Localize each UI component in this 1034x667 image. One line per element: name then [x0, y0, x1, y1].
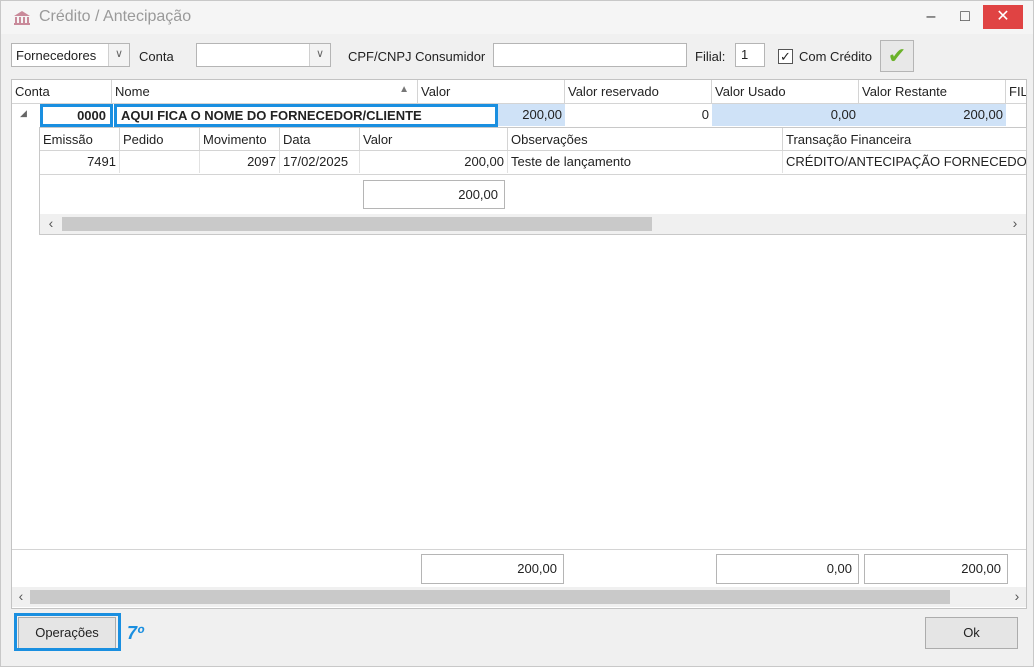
sort-ascending-icon: ▲: [399, 84, 409, 95]
column-header-conta[interactable]: Conta: [12, 80, 112, 104]
scroll-left-icon[interactable]: ‹: [42, 215, 60, 231]
credit-grid: Conta Nome ▲ Valor Valor reservado Valor…: [11, 79, 1027, 609]
chevron-down-icon: ∨: [309, 44, 330, 66]
column-header-valor-reservado[interactable]: Valor reservado: [565, 80, 712, 104]
conta-select[interactable]: ∨: [196, 43, 331, 67]
column-header-fil[interactable]: FIL: [1006, 80, 1026, 104]
step-annotation: 7º: [127, 623, 144, 643]
detail-cell-data: 17/02/2025: [280, 151, 360, 173]
operacoes-highlight: [14, 613, 121, 651]
detail-cell-pedido: [120, 151, 200, 173]
column-header-nome[interactable]: Nome ▲: [112, 80, 418, 104]
detail-cell-emissao: 7491: [40, 151, 120, 173]
scroll-right-icon[interactable]: ›: [1008, 588, 1026, 604]
title-bar: Crédito / Antecipação – □ ✕: [1, 1, 1033, 34]
total-valor-restante: 200,00: [864, 554, 1008, 584]
detail-cell-valor: 200,00: [360, 151, 508, 173]
detail-header-emissao[interactable]: Emissão: [40, 128, 120, 151]
cell-valor-reservado-text: 0: [701, 107, 709, 122]
checkmark-icon: ✔: [887, 43, 907, 68]
detail-header-observacoes[interactable]: Observações: [508, 128, 783, 151]
cpf-input[interactable]: [493, 43, 687, 67]
scroll-right-icon[interactable]: ›: [1006, 215, 1024, 231]
detail-header-data[interactable]: Data: [280, 128, 360, 151]
maximize-button[interactable]: □: [948, 5, 982, 29]
window-title: Crédito / Antecipação: [39, 8, 192, 25]
close-button[interactable]: ✕: [983, 5, 1023, 29]
column-header-nome-label: Nome: [115, 84, 150, 99]
expand-collapse-icon[interactable]: ◢: [20, 108, 27, 119]
grid-horizontal-scrollbar[interactable]: ‹ ›: [12, 587, 1026, 607]
confirm-filter-button[interactable]: ✔: [880, 40, 914, 72]
detail-cell-observacoes: Teste de lançamento: [508, 151, 783, 173]
minimize-button[interactable]: –: [914, 5, 948, 29]
conta-label: Conta: [139, 49, 174, 64]
detail-total-valor: 200,00: [363, 180, 505, 209]
cell-valor-restante-text: 200,00: [963, 107, 1003, 122]
column-header-valor[interactable]: Valor: [418, 80, 565, 104]
detail-header-pedido[interactable]: Pedido: [120, 128, 200, 151]
cell-valor-reservado: 0: [565, 104, 712, 126]
scroll-left-icon[interactable]: ‹: [12, 588, 30, 604]
cell-valor-usado: 0,00: [712, 104, 859, 126]
credit-window: Crédito / Antecipação – □ ✕ Fornecedores…: [0, 0, 1034, 667]
scrollbar-thumb[interactable]: [62, 217, 652, 231]
ok-button[interactable]: Ok: [925, 617, 1018, 649]
cpf-label: CPF/CNPJ Consumidor: [348, 49, 486, 64]
detail-header-valor[interactable]: Valor: [360, 128, 508, 151]
scrollbar-thumb[interactable]: [30, 590, 950, 604]
filial-label: Filial:: [695, 49, 726, 64]
com-credito-checkbox[interactable]: ✓: [778, 49, 793, 64]
total-valor-usado: 0,00: [716, 554, 859, 584]
filial-input[interactable]: 1: [735, 43, 765, 67]
filter-toolbar: Fornecedores ∨ Conta ∨ CPF/CNPJ Consumid…: [11, 39, 1027, 75]
cell-valor-usado-text: 0,00: [830, 107, 856, 122]
detail-header-transacao[interactable]: Transação Financeira: [783, 128, 1026, 151]
detail-footer-divider: [40, 174, 1026, 175]
type-select-value: Fornecedores: [16, 48, 97, 63]
column-header-valor-restante[interactable]: Valor Restante: [859, 80, 1006, 104]
nome-highlight: AQUI FICA O NOME DO FORNECEDOR/CLIENTE: [114, 104, 498, 127]
chevron-down-icon: ∨: [108, 44, 129, 66]
total-valor: 200,00: [421, 554, 564, 584]
com-credito-label: Com Crédito: [799, 49, 872, 64]
cell-valor-restante: 200,00: [859, 104, 1006, 126]
totals-divider: [12, 549, 1026, 550]
detail-cell-movimento: 2097: [200, 151, 280, 173]
type-select[interactable]: Fornecedores ∨: [11, 43, 130, 67]
column-header-valor-usado[interactable]: Valor Usado: [712, 80, 859, 104]
detail-grid: Emissão Pedido Movimento Data Valor Obse…: [39, 127, 1027, 235]
detail-header-movimento[interactable]: Movimento: [200, 128, 280, 151]
bank-icon: [14, 11, 30, 25]
conta-highlight: 0000: [40, 104, 113, 127]
detail-cell-transacao: CRÉDITO/ANTECIPAÇÃO FORNECEDOR: [786, 154, 1026, 169]
detail-horizontal-scrollbar[interactable]: ‹ ›: [40, 214, 1026, 234]
